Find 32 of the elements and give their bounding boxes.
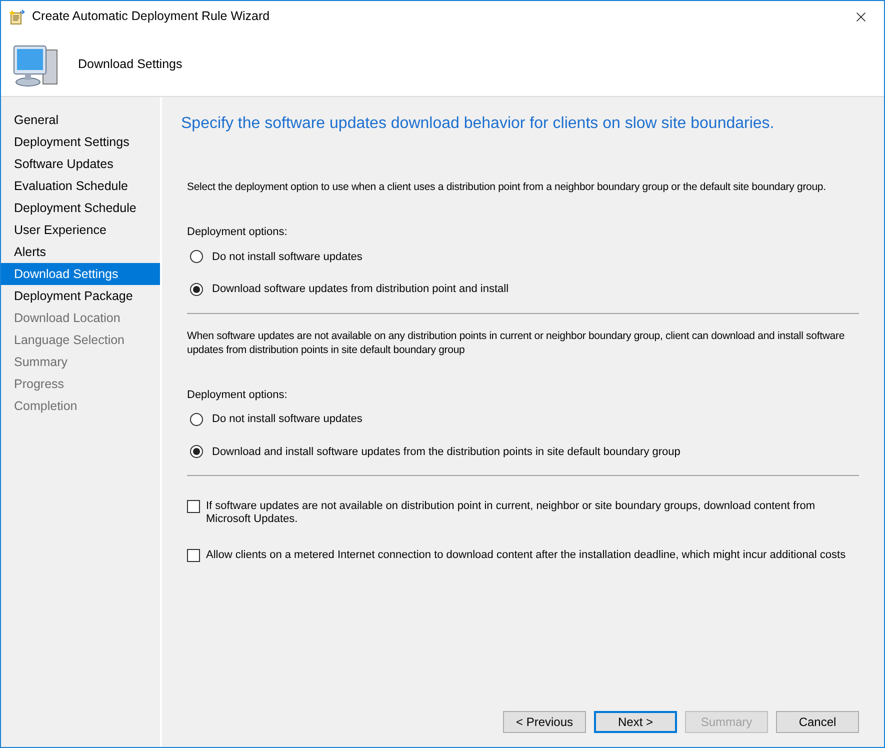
checkbox[interactable] [187, 500, 200, 513]
nav-item[interactable]: Download Settings [1, 263, 160, 285]
wizard-icon [9, 8, 25, 24]
radio-button[interactable] [190, 412, 203, 426]
description-text: Select the deployment option to use when a client uses a distribution point from a neighbor boundary group or the default site boundary group. [187, 180, 827, 194]
window-title: Create Automatic Deployment Rule Wizard [32, 8, 270, 26]
radio-label: Do not install software updates [212, 250, 362, 264]
options-label: Deployment options: [187, 225, 288, 240]
radio-label: Download and install software updates from the distribution points in site default boundary group [212, 444, 680, 460]
wizard-button[interactable]: < Previous [503, 711, 586, 733]
nav-item[interactable]: Alerts [1, 241, 160, 263]
radio-button[interactable] [190, 445, 203, 458]
nav-item[interactable]: Deployment Package [1, 285, 160, 307]
nav-item[interactable]: Evaluation Schedule [1, 175, 160, 197]
nav-item[interactable]: Deployment Settings [1, 131, 160, 153]
checkbox-label: If software updates are not available on distribution point in current, neighbor or site boundary groups, download content from Microsoft Updates. [206, 500, 816, 526]
nav-item[interactable]: Deployment Schedule [1, 197, 160, 219]
options-label: Deployment options: [187, 388, 288, 402]
nav-item[interactable]: User Experience [1, 219, 160, 241]
radio-button[interactable] [190, 250, 203, 264]
wizard-button[interactable]: Next > [594, 711, 677, 733]
description-text: When software updates are not available on any distribution points in current or neighbor boundary group, client can download and install software updates from distribution points in site default boundary group [187, 328, 846, 356]
nav-item[interactable]: General [1, 109, 160, 131]
radio-label: Do not install software updates [212, 412, 362, 427]
radio-button[interactable] [190, 282, 203, 296]
wizard-button[interactable]: Cancel [776, 711, 859, 733]
page-heading: Specify the software updates download behavior for clients on slow site boundaries. [181, 114, 776, 134]
checkbox[interactable] [187, 549, 200, 562]
checkbox-label: Allow clients on a metered Internet connection to download content after the installation deadline, which might incur additional costs [206, 549, 846, 562]
radio-label: Download software updates from distribution point and install [212, 282, 509, 297]
page-title: Download Settings [78, 56, 182, 73]
nav-item[interactable]: Software Updates [1, 153, 160, 175]
